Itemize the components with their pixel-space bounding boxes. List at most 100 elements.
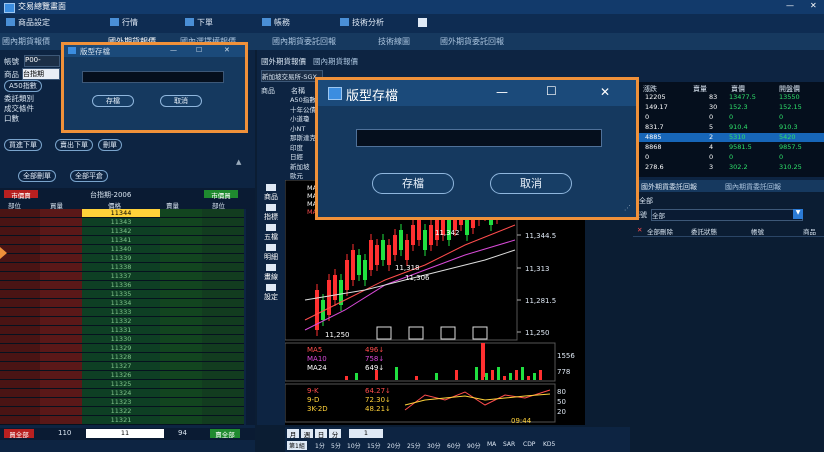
book-cell[interactable] xyxy=(202,317,244,326)
book-cell[interactable] xyxy=(202,236,244,245)
book-row[interactable]: 11326 xyxy=(0,371,244,380)
sell-order-button[interactable]: 賣出下單 xyxy=(55,139,93,151)
book-cell[interactable] xyxy=(160,281,202,290)
period-button[interactable]: 週 xyxy=(301,429,313,439)
book-cell[interactable] xyxy=(40,389,82,398)
time-button[interactable]: MA xyxy=(487,441,496,448)
market-sell-tag[interactable]: 市價買 xyxy=(204,190,238,200)
quote-row[interactable]: 1831.75910.4910.3 xyxy=(633,123,824,132)
book-row[interactable]: 11331 xyxy=(0,326,244,335)
quote-name[interactable]: 印度 xyxy=(290,142,303,152)
book-cell[interactable] xyxy=(160,209,202,218)
book-cell[interactable] xyxy=(202,353,244,362)
book-cell[interactable] xyxy=(160,227,202,236)
book-cell[interactable] xyxy=(40,236,82,245)
quote-row[interactable]: 1278.63302.2310.25 xyxy=(633,163,824,172)
report-subtab-all[interactable]: 全部 xyxy=(639,196,653,206)
book-scrollbar[interactable] xyxy=(246,209,255,425)
toolbox-depth-button[interactable]: 五檔 xyxy=(259,224,283,242)
book-cell[interactable] xyxy=(160,353,202,362)
toolbox-detail-button[interactable]: 明細 xyxy=(259,244,283,262)
book-cell[interactable] xyxy=(0,335,40,344)
book-cell[interactable] xyxy=(40,362,82,371)
book-row[interactable]: 11344 xyxy=(0,209,244,218)
layout-name-input[interactable] xyxy=(356,129,602,147)
book-cell[interactable] xyxy=(0,362,40,371)
book-cell[interactable] xyxy=(202,218,244,227)
book-cell[interactable] xyxy=(160,245,202,254)
order-book[interactable]: 11344 11343 11342 11341 11340 11339 11338 11337… xyxy=(0,209,255,425)
time-button[interactable]: 10分 xyxy=(347,441,361,450)
book-cell[interactable] xyxy=(0,209,40,218)
book-cell[interactable] xyxy=(40,299,82,308)
time-button[interactable]: 15分 xyxy=(367,441,381,450)
tab-domestic-order-report[interactable]: 國內期貨委託回報 xyxy=(725,182,781,192)
quote-name[interactable]: 新加坡 xyxy=(290,161,310,171)
book-cell[interactable] xyxy=(0,389,40,398)
book-row[interactable]: 11324 xyxy=(0,389,244,398)
window-icon[interactable] xyxy=(418,18,427,27)
book-cell[interactable] xyxy=(202,245,244,254)
menu-item-account[interactable]: 帳務 xyxy=(262,17,290,28)
book-cell[interactable] xyxy=(40,290,82,299)
book-row[interactable]: 11339 xyxy=(0,254,244,263)
book-cell[interactable] xyxy=(0,326,40,335)
book-row[interactable]: 11340 xyxy=(0,245,244,254)
book-cell[interactable] xyxy=(160,272,202,281)
time-button[interactable]: 20分 xyxy=(387,441,401,450)
book-cell[interactable] xyxy=(202,362,244,371)
book-cell[interactable] xyxy=(160,371,202,380)
book-row[interactable]: 11333 xyxy=(0,308,244,317)
book-cell[interactable] xyxy=(40,209,82,218)
book-cell[interactable] xyxy=(0,317,40,326)
quote-name[interactable]: A50指數 xyxy=(290,94,316,104)
period-button[interactable]: 日 xyxy=(315,429,327,439)
tab-foreign-report[interactable]: 國外期貨委託回報 xyxy=(440,36,504,47)
minimize-button[interactable]: — xyxy=(786,1,794,10)
book-cell[interactable] xyxy=(40,308,82,317)
quote-name[interactable]: 歐元 xyxy=(290,170,303,180)
period-button[interactable]: 分 xyxy=(329,429,341,439)
interval-select[interactable]: 1 xyxy=(349,429,383,438)
book-row[interactable]: 11338 xyxy=(0,263,244,272)
domestic-quote-subtab[interactable]: 國內期貨報價 xyxy=(313,56,358,67)
product-field[interactable]: 台指期 xyxy=(22,68,60,80)
book-cell[interactable] xyxy=(0,299,40,308)
book-cell[interactable] xyxy=(40,335,82,344)
chevron-down-icon[interactable]: ▼ xyxy=(793,209,803,219)
book-cell[interactable] xyxy=(40,380,82,389)
account-field[interactable]: P00- xyxy=(24,55,60,67)
book-cell[interactable] xyxy=(0,227,40,236)
save-button[interactable]: 存檔 xyxy=(372,173,454,194)
book-cell[interactable] xyxy=(202,344,244,353)
book-row[interactable]: 11325 xyxy=(0,380,244,389)
book-cell[interactable] xyxy=(202,371,244,380)
book-cell[interactable] xyxy=(0,407,40,416)
quote-name[interactable]: 那斯達克 xyxy=(290,132,316,142)
book-cell[interactable] xyxy=(40,317,82,326)
book-cell[interactable] xyxy=(160,218,202,227)
book-row[interactable]: 11327 xyxy=(0,362,244,371)
exchange-select[interactable]: 新加坡交易所-SGX xyxy=(261,70,323,82)
book-cell[interactable] xyxy=(160,263,202,272)
book-row[interactable]: 11334 xyxy=(0,299,244,308)
book-cell[interactable] xyxy=(40,344,82,353)
period-button[interactable]: 月 xyxy=(287,429,299,439)
book-cell[interactable] xyxy=(40,263,82,272)
book-row[interactable]: 11321 xyxy=(0,416,244,425)
book-row[interactable]: 11328 xyxy=(0,353,244,362)
time-button[interactable]: 25分 xyxy=(407,441,421,450)
book-row[interactable]: 11322 xyxy=(0,407,244,416)
book-cell[interactable] xyxy=(40,245,82,254)
time-button[interactable]: 60分 xyxy=(447,441,461,450)
book-cell[interactable] xyxy=(0,290,40,299)
book-cell[interactable] xyxy=(160,407,202,416)
book-cell[interactable] xyxy=(202,416,244,425)
book-cell[interactable] xyxy=(160,380,202,389)
time-button[interactable]: KD5 xyxy=(543,441,555,448)
time-button[interactable]: SAR xyxy=(503,441,515,448)
book-cell[interactable] xyxy=(0,218,40,227)
quote-row[interactable]: 1122058313477.513550 xyxy=(633,93,824,102)
sell-all-button[interactable]: 賣全部 xyxy=(210,429,240,439)
time-button[interactable]: 第1組 xyxy=(287,441,307,450)
